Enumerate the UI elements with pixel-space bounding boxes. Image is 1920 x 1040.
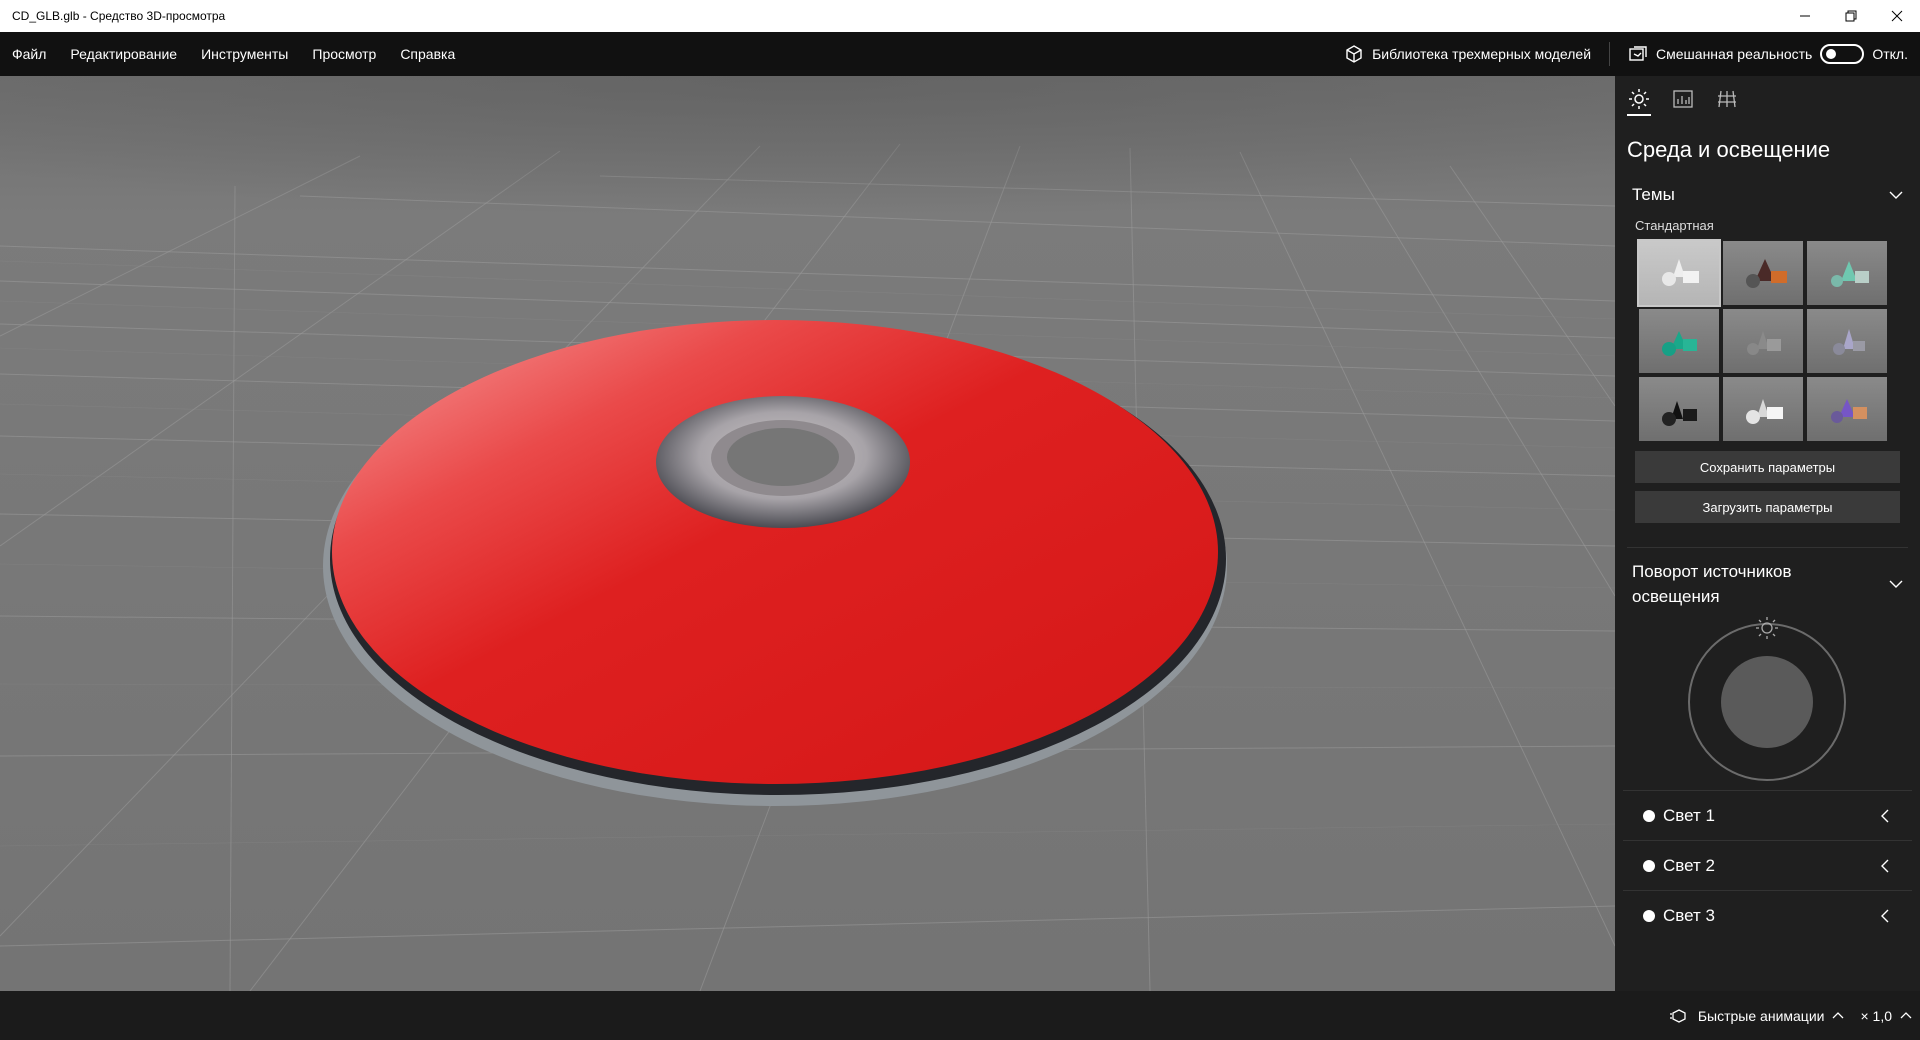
mixed-reality-icon [1629, 46, 1647, 61]
theme-preview-icon [1746, 399, 1783, 424]
quick-animations-button[interactable]: Быстрые анимации [1669, 1007, 1845, 1024]
light-row-2[interactable]: Свет 2 [1623, 840, 1912, 890]
theme-thumbnail-6[interactable] [1807, 309, 1887, 373]
tab-environment[interactable] [1627, 88, 1651, 116]
theme-preview-icon [1831, 399, 1867, 423]
toggle-state-label: Откл. [1872, 46, 1908, 62]
cd-disc-model [323, 320, 1227, 806]
status-bar: Быстрые анимации × 1,0 [0, 991, 1920, 1040]
light-color-dot [1643, 909, 1655, 922]
scene-render [0, 76, 1615, 991]
light-row-3[interactable]: Свет 3 [1623, 890, 1912, 940]
chevron-down-icon [1889, 191, 1903, 199]
theme-thumbnail-4[interactable] [1639, 309, 1719, 373]
restore-icon [1845, 10, 1857, 22]
theme-preview-icon [1662, 331, 1697, 356]
sun-handle-icon [1756, 617, 1778, 639]
theme-thumbnail-2[interactable] [1723, 241, 1803, 305]
tab-grid[interactable] [1715, 88, 1739, 116]
load-settings-button[interactable]: Загрузить параметры [1635, 491, 1900, 523]
light-label-3: Свет 3 [1663, 905, 1715, 925]
theme-thumbnail-9[interactable] [1807, 377, 1887, 441]
theme-preview-icon [1662, 401, 1697, 426]
3d-viewport[interactable] [0, 76, 1615, 991]
3d-library-label: Библиотека трехмерных моделей [1372, 46, 1592, 62]
menu-view[interactable]: Просмотр [300, 32, 388, 76]
close-button[interactable] [1874, 0, 1920, 32]
environment-panel: Среда и освещение Темы Стандартная Сохра… [1615, 76, 1920, 991]
theme-preview-icon [1746, 259, 1787, 288]
light-color-dot [1643, 859, 1655, 872]
playback-speed-button[interactable]: × 1,0 [1860, 1008, 1912, 1024]
quick-animations-label: Быстрые анимации [1697, 1007, 1825, 1024]
chevron-down-icon [1889, 580, 1903, 588]
cube-library-icon [1346, 45, 1362, 63]
stats-icon [1673, 90, 1693, 108]
menu-edit[interactable]: Редактирование [58, 32, 189, 76]
chevron-left-icon [1881, 909, 1889, 922]
window-title: CD_GLB.glb - Средство 3D-просмотра [12, 9, 226, 23]
menu-separator [1609, 42, 1611, 66]
menu-tools[interactable]: Инструменты [189, 32, 300, 76]
restore-button[interactable] [1828, 0, 1874, 32]
theme-thumbnail-3[interactable] [1807, 241, 1887, 305]
light-rotation-label-line1: Поворот источников [1632, 562, 1792, 581]
minimize-icon [1800, 15, 1810, 17]
theme-preview-icon [1831, 261, 1869, 287]
light-row-1[interactable]: Свет 1 [1623, 790, 1912, 840]
mixed-reality-control[interactable]: Смешанная реальность Откл. [1616, 32, 1920, 76]
theme-thumbnail-8[interactable] [1723, 377, 1803, 441]
chevron-up-icon [1833, 1011, 1844, 1018]
themes-header[interactable]: Темы [1615, 182, 1920, 208]
section-divider [1627, 547, 1908, 548]
save-settings-button[interactable]: Сохранить параметры [1635, 451, 1900, 483]
theme-grid [1615, 239, 1920, 441]
animation-icon [1669, 1008, 1686, 1023]
light-rotation-dial[interactable] [1615, 610, 1920, 790]
mixed-reality-label: Смешанная реальность [1656, 46, 1813, 62]
3d-library-button[interactable]: Библиотека трехмерных моделей [1332, 32, 1603, 76]
light-rotation-title: Поворот источников освещения [1632, 559, 1792, 609]
playback-speed-value: × 1,0 [1860, 1007, 1892, 1024]
grid-icon [1718, 90, 1736, 108]
light-label-1: Свет 1 [1663, 805, 1715, 825]
tab-stats[interactable] [1671, 88, 1695, 116]
panel-title: Среда и освещение [1627, 137, 1831, 162]
menu-help[interactable]: Справка [388, 32, 467, 76]
theme-thumbnail-5[interactable] [1723, 309, 1803, 373]
close-icon [1891, 10, 1903, 22]
theme-thumbnail-1[interactable] [1637, 239, 1721, 307]
light-color-dot [1643, 809, 1655, 822]
sun-icon [1629, 89, 1649, 109]
chevron-up-icon [1900, 1011, 1912, 1018]
theme-preview-icon [1833, 329, 1865, 355]
chevron-left-icon [1881, 859, 1889, 872]
chevron-left-icon [1881, 809, 1889, 822]
light-rotation-label-line2: освещения [1632, 587, 1720, 606]
menu-bar: Файл Редактирование Инструменты Просмотр… [0, 32, 1920, 76]
toggle-knob [1826, 49, 1837, 59]
theme-thumbnail-7[interactable] [1639, 377, 1719, 441]
themes-label: Темы [1632, 185, 1675, 204]
menu-file[interactable]: Файл [0, 32, 58, 76]
mixed-reality-toggle[interactable] [1820, 44, 1865, 64]
title-bar: CD_GLB.glb - Средство 3D-просмотра [0, 0, 1920, 32]
light-rotation-header[interactable]: Поворот источников освещения [1615, 558, 1920, 610]
panel-tabs [1615, 76, 1920, 124]
theme-preview-icon [1747, 331, 1781, 355]
theme-preview-icon [1662, 259, 1699, 286]
themes-category: Стандартная [1635, 218, 1714, 233]
rotation-dial-graphic [1688, 617, 1846, 781]
minimize-button[interactable] [1782, 0, 1828, 32]
light-label-2: Свет 2 [1663, 855, 1715, 875]
